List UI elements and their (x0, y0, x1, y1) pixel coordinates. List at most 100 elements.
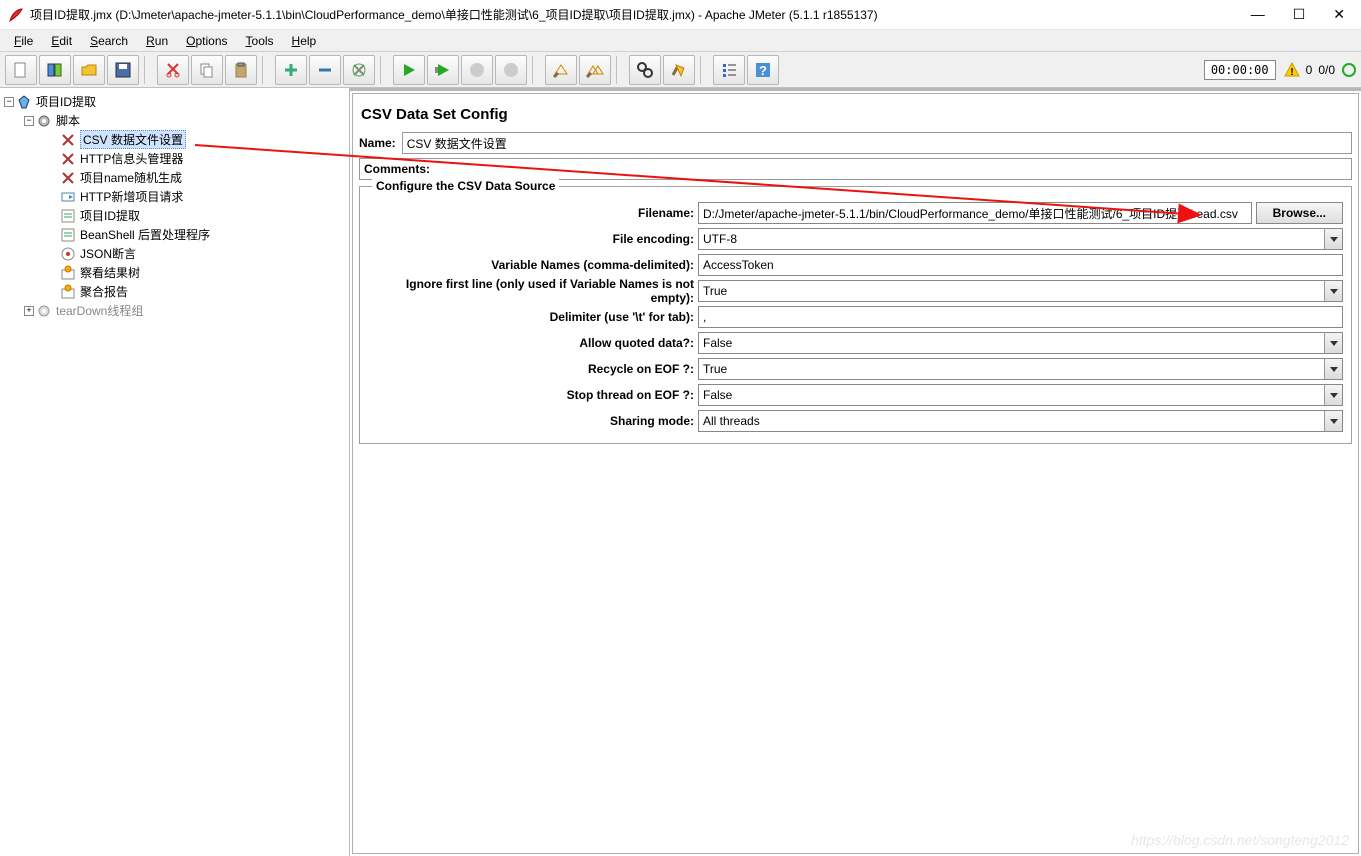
stop-combo[interactable]: False (698, 384, 1343, 406)
ignore-label: Ignore first line (only used if Variable… (368, 277, 698, 305)
teardown-icon (36, 303, 52, 319)
http-request-icon (60, 189, 76, 205)
name-label: Name: (359, 136, 396, 150)
tree-item-namegen[interactable]: 项目name随机生成 (80, 169, 182, 186)
menu-search[interactable]: Search (82, 32, 136, 50)
delimiter-label: Delimiter (use '\t' for tab): (368, 310, 698, 324)
tree-item-http[interactable]: HTTP新增项目请求 (80, 188, 183, 205)
tree-item-csv[interactable]: CSV 数据文件设置 (80, 130, 186, 149)
threads-icon (1341, 62, 1357, 78)
toggle-button[interactable] (343, 55, 375, 85)
title-bar: 项目ID提取.jmx (D:\Jmeter\apache-jmeter-5.1.… (0, 0, 1361, 30)
cut-button[interactable] (157, 55, 189, 85)
tree-toggle[interactable]: + (24, 306, 34, 316)
menu-tools[interactable]: Tools (238, 32, 282, 50)
sharing-combo[interactable]: All threads (698, 410, 1343, 432)
quoted-label: Allow quoted data?: (368, 336, 698, 350)
save-button[interactable] (107, 55, 139, 85)
chevron-down-icon[interactable] (1324, 333, 1342, 353)
chevron-down-icon[interactable] (1324, 229, 1342, 249)
tree-item-aggregate[interactable]: 聚合报告 (80, 283, 128, 300)
chevron-down-icon[interactable] (1324, 281, 1342, 301)
tree-toggle[interactable]: − (4, 97, 14, 107)
filename-input[interactable] (698, 202, 1252, 224)
function-helper-button[interactable] (713, 55, 745, 85)
start-button[interactable] (393, 55, 425, 85)
shutdown-button[interactable] (495, 55, 527, 85)
vars-input[interactable] (698, 254, 1343, 276)
comments-row[interactable]: Comments: (359, 158, 1352, 180)
chevron-down-icon[interactable] (1324, 411, 1342, 431)
tree-item-teardown[interactable]: tearDown线程组 (56, 302, 143, 319)
delimiter-input[interactable] (698, 306, 1343, 328)
fieldset-legend: Configure the CSV Data Source (372, 179, 559, 193)
menu-options[interactable]: Options (178, 32, 235, 50)
tree-root-label[interactable]: 项目ID提取 (36, 93, 96, 110)
aggregate-report-icon (60, 284, 76, 300)
warning-icon: ! (1284, 62, 1300, 78)
menu-run[interactable]: Run (138, 32, 176, 50)
clear-button[interactable] (545, 55, 577, 85)
quoted-combo[interactable]: False (698, 332, 1343, 354)
tree-toggle[interactable]: − (24, 116, 34, 126)
paste-button[interactable] (225, 55, 257, 85)
toolbar: ? 00:00:00 ! 0 0/0 (0, 52, 1361, 88)
vars-label: Variable Names (comma-delimited): (368, 258, 698, 272)
svg-text:!: ! (1290, 67, 1293, 78)
stop-button[interactable] (461, 55, 493, 85)
thread-group-icon (36, 113, 52, 129)
warning-count: 0 (1306, 63, 1313, 77)
elapsed-time: 00:00:00 (1204, 60, 1276, 80)
thread-count: 0/0 (1318, 63, 1335, 77)
window-title: 项目ID提取.jmx (D:\Jmeter\apache-jmeter-5.1.… (30, 6, 1251, 23)
encoding-combo[interactable]: UTF-8 (698, 228, 1343, 250)
maximize-button[interactable]: ☐ (1293, 6, 1306, 23)
collapse-button[interactable] (309, 55, 341, 85)
tree-item-json-assert[interactable]: JSON断言 (80, 245, 136, 262)
ignore-combo[interactable]: True (698, 280, 1343, 302)
svg-text:?: ? (759, 63, 767, 78)
preprocessor-icon (60, 170, 76, 186)
config-panel: CSV Data Set Config Name: Comments: Conf… (350, 88, 1361, 856)
expand-button[interactable] (275, 55, 307, 85)
stop-label: Stop thread on EOF ?: (368, 388, 698, 402)
browse-button[interactable]: Browse... (1256, 202, 1343, 224)
tree-item-header[interactable]: HTTP信息头管理器 (80, 150, 183, 167)
chevron-down-icon[interactable] (1324, 359, 1342, 379)
new-button[interactable] (5, 55, 37, 85)
reset-search-button[interactable] (663, 55, 695, 85)
copy-button[interactable] (191, 55, 223, 85)
comments-label: Comments: (364, 162, 430, 176)
tree-item-beanshell[interactable]: BeanShell 后置处理程序 (80, 226, 210, 243)
search-button[interactable] (629, 55, 661, 85)
sharing-label: Sharing mode: (368, 414, 698, 428)
menu-edit[interactable]: Edit (43, 32, 80, 50)
open-button[interactable] (73, 55, 105, 85)
csv-config-icon (60, 132, 76, 148)
content-area: − 项目ID提取 − 脚本 CSV 数据文件设置 HTTP信息头管理器 项目na… (0, 88, 1361, 856)
app-feather-icon (8, 7, 24, 23)
assertion-icon (60, 246, 76, 262)
extractor-icon (60, 208, 76, 224)
minimize-button[interactable]: — (1251, 6, 1265, 23)
menu-file[interactable]: File (6, 32, 41, 50)
status-area: ! 0 0/0 (1284, 62, 1357, 78)
chevron-down-icon[interactable] (1324, 385, 1342, 405)
help-button[interactable]: ? (747, 55, 779, 85)
name-input[interactable] (402, 132, 1352, 154)
close-button[interactable]: ✕ (1333, 6, 1345, 23)
thread-group-label[interactable]: 脚本 (56, 112, 80, 129)
test-plan-tree[interactable]: − 项目ID提取 − 脚本 CSV 数据文件设置 HTTP信息头管理器 项目na… (0, 88, 350, 856)
tree-item-results-tree[interactable]: 察看结果树 (80, 264, 140, 281)
templates-button[interactable] (39, 55, 71, 85)
menu-help[interactable]: Help (284, 32, 325, 50)
tree-item-extract[interactable]: 项目ID提取 (80, 207, 140, 224)
menu-bar: File Edit Search Run Options Tools Help (0, 30, 1361, 52)
watermark-text: https://blog.csdn.net/songteng2012 (1131, 832, 1349, 848)
filename-label: Filename: (368, 206, 698, 220)
start-no-pause-button[interactable] (427, 55, 459, 85)
csv-fieldset: Configure the CSV Data Source Filename: … (359, 186, 1352, 444)
recycle-combo[interactable]: True (698, 358, 1343, 380)
header-manager-icon (60, 151, 76, 167)
clear-all-button[interactable] (579, 55, 611, 85)
